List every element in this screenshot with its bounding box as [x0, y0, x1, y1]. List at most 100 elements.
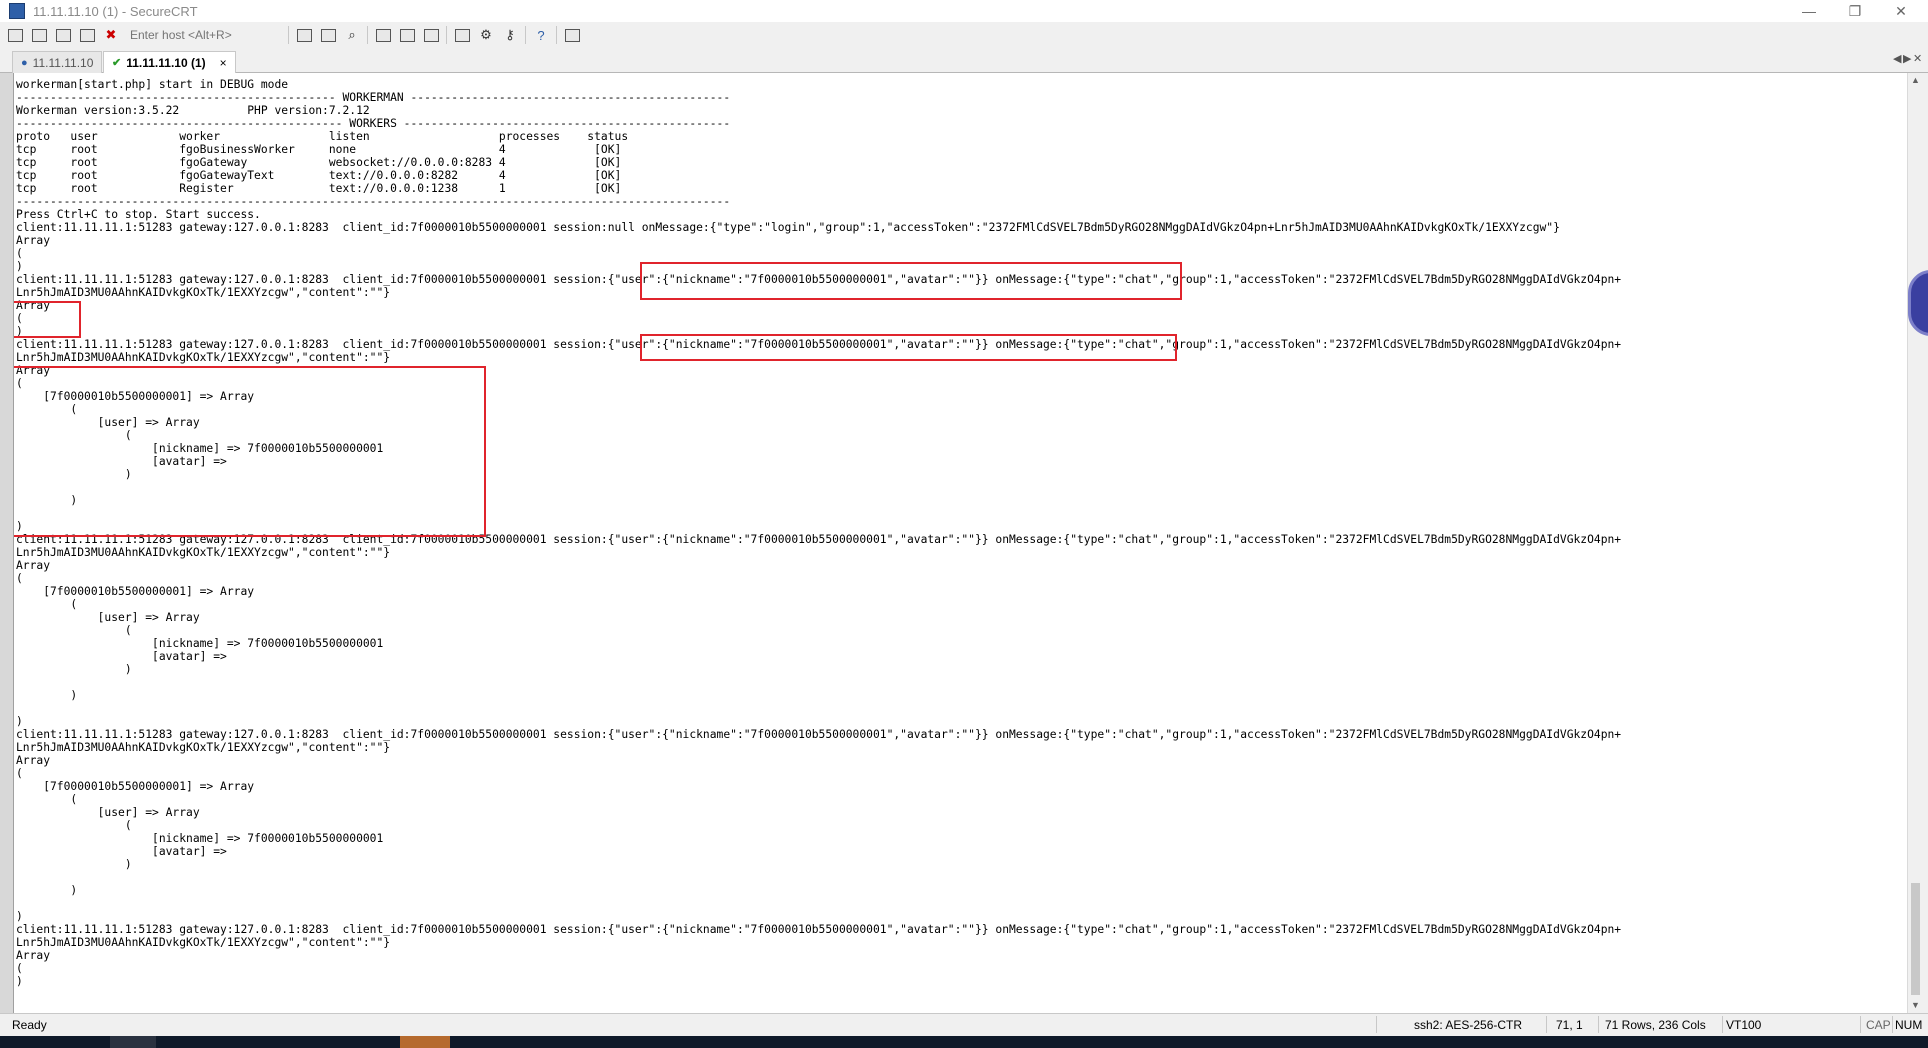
scroll-down-arrow-icon[interactable]: ▼ [1908, 998, 1923, 1013]
terminal-line: ) [16, 884, 78, 897]
terminal-line: ----------------------------------------… [16, 195, 731, 208]
quick-connect-icon[interactable] [30, 26, 48, 44]
terminal-line: ) [16, 858, 132, 871]
terminal-line: [nickname] => 7f0000010b5500000001 [16, 832, 384, 845]
terminal-line: [user] => Array [16, 611, 200, 624]
key-map-icon[interactable]: ⚷ [501, 26, 519, 44]
highlight-empty-array-box [14, 301, 81, 338]
tab-scroll-right-icon[interactable]: ▶ [1903, 52, 1911, 65]
status-emulation: VT100 [1726, 1018, 1762, 1032]
terminal-line: ( [16, 819, 132, 832]
status-caps-lock: CAP [1866, 1018, 1891, 1032]
print-screen-icon[interactable] [422, 26, 440, 44]
session-options-icon[interactable] [453, 26, 471, 44]
toolbar-divider [446, 26, 447, 44]
find-icon[interactable]: ⌕ [343, 26, 361, 44]
toolbar-divider [367, 26, 368, 44]
status-divider [1722, 1016, 1723, 1033]
terminal-line: tcp root fgoBusinessWorker none 4 [OK] [16, 143, 622, 156]
terminal-line: client:11.11.11.1:51283 gateway:127.0.0.… [16, 923, 1622, 936]
terminal-line: ) [16, 689, 78, 702]
terminal-scrollbar[interactable]: ▲ ▼ [1907, 73, 1923, 1013]
copy-icon[interactable] [295, 26, 313, 44]
connect-icon[interactable] [6, 26, 24, 44]
tab-scroll-left-icon[interactable]: ◀ [1893, 52, 1901, 65]
status-bar: Ready ssh2: AES-256-CTR 71, 1 71 Rows, 2… [0, 1013, 1928, 1036]
terminal-line: Workerman version:3.5.22 PHP version:7.2… [16, 104, 370, 117]
print-selection-icon[interactable] [398, 26, 416, 44]
paste-icon[interactable] [319, 26, 337, 44]
terminal-line: ( [16, 767, 23, 780]
tab-label: 11.11.11.10 (1) [126, 55, 206, 70]
terminal-line: [nickname] => 7f0000010b5500000001 [16, 637, 384, 650]
terminal-line: [avatar] => [16, 845, 227, 858]
scroll-up-arrow-icon[interactable]: ▲ [1908, 73, 1923, 88]
disconnect-icon[interactable]: ✖ [102, 26, 120, 44]
global-options-icon[interactable]: ⚙ [477, 26, 495, 44]
tab-session-1[interactable]: ● 11.11.11.10 [12, 51, 103, 73]
toolbar: ✖ ⌕ ⚙ ⚷ ? [0, 22, 1928, 48]
terminal-line: Press Ctrl+C to stop. Start success. [16, 208, 261, 221]
session-manager-edge[interactable] [0, 73, 13, 1013]
securecrt-app-icon[interactable] [9, 3, 25, 19]
minimize-button[interactable]: — [1786, 0, 1832, 22]
terminal-line: Array [16, 754, 51, 767]
terminal-line: workerman[start.php] start in DEBUG mode [16, 78, 289, 91]
terminal-line: ( [16, 247, 23, 260]
terminal-line: ( [16, 598, 78, 611]
terminal-line: client:11.11.11.1:51283 gateway:127.0.0.… [16, 728, 1622, 741]
window-title: 11.11.11.10 (1) - SecureCRT [33, 3, 198, 19]
windows-taskbar [0, 1036, 1928, 1048]
status-ready: Ready [12, 1018, 47, 1032]
terminal-output[interactable]: workerman[start.php] start in DEBUG mode… [13, 73, 1908, 1013]
screenshot-icon[interactable] [563, 26, 581, 44]
toolbar-divider [525, 26, 526, 44]
status-terminal-size: 71 Rows, 236 Cols [1605, 1018, 1706, 1032]
connect-tab-icon[interactable] [54, 26, 72, 44]
help-icon[interactable]: ? [532, 26, 550, 44]
toolbar-divider [288, 26, 289, 44]
taskbar-app-button[interactable] [110, 1036, 156, 1048]
terminal-line: tcp root Register text://0.0.0.0:1238 1 … [16, 182, 622, 195]
highlight-session-box-1 [640, 262, 1182, 300]
terminal-line: Lnr5hJmAID3MU0AAhnKAIDvkgKOxTk/1EXXYzcgw… [16, 936, 391, 949]
terminal-line: tcp root fgoGateway websocket://0.0.0.0:… [16, 156, 622, 169]
terminal-line: Array [16, 234, 51, 247]
tab-label: 11.11.11.10 [32, 55, 94, 70]
status-divider [1376, 1016, 1377, 1033]
terminal-line: ) [16, 975, 23, 988]
terminal-line: ) [16, 715, 23, 728]
host-input[interactable] [128, 25, 282, 45]
close-window-button[interactable]: ✕ [1878, 0, 1924, 22]
terminal-line: ) [16, 910, 23, 923]
terminal-line: client:11.11.11.1:51283 gateway:127.0.0.… [16, 221, 1560, 234]
close-tab-icon[interactable]: × [220, 56, 227, 70]
print-icon[interactable] [374, 26, 392, 44]
restore-button[interactable]: ❐ [1832, 0, 1878, 22]
terminal-line: ( [16, 572, 23, 585]
terminal-line: ( [16, 962, 23, 975]
terminal-line: proto user worker listen processes statu… [16, 130, 629, 143]
status-num-lock: NUM [1895, 1018, 1923, 1032]
terminal-line: Lnr5hJmAID3MU0AAhnKAIDvkgKOxTk/1EXXYzcgw… [16, 741, 391, 754]
terminal-line: ) [16, 663, 132, 676]
terminal-line: ( [16, 624, 132, 637]
status-divider [1892, 1016, 1893, 1033]
taskbar-app-button[interactable] [400, 1036, 450, 1048]
terminal-line: ( [16, 793, 78, 806]
tab-session-2[interactable]: ✔ 11.11.11.10 (1) × [103, 51, 236, 73]
status-divider [1546, 1016, 1547, 1033]
scrollbar-thumb[interactable] [1911, 883, 1920, 995]
terminal-line: Lnr5hJmAID3MU0AAhnKAIDvkgKOxTk/1EXXYzcgw… [16, 546, 391, 559]
title-bar: 11.11.11.10 (1) - SecureCRT [0, 0, 1928, 22]
reconnect-icon[interactable] [78, 26, 96, 44]
status-divider [1598, 1016, 1599, 1033]
session-tab-bar: ● 11.11.11.10 ✔ 11.11.11.10 (1) × [0, 48, 1928, 73]
highlight-array-dump-box [14, 366, 486, 537]
tab-close-icon[interactable]: ✕ [1913, 52, 1922, 65]
terminal-line: tcp root fgoGatewayText text://0.0.0.0:8… [16, 169, 622, 182]
